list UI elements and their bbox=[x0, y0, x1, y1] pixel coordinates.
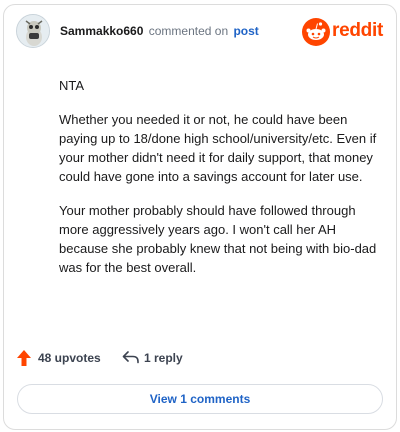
comment-header: Sammakko660 commented on post reddit bbox=[14, 14, 383, 50]
user-avatar[interactable] bbox=[16, 14, 50, 48]
reddit-brand: reddit bbox=[302, 18, 383, 46]
commented-on-text: commented on bbox=[148, 24, 229, 38]
upvote-arrow-icon[interactable] bbox=[16, 349, 32, 367]
username-link[interactable]: Sammakko660 bbox=[60, 24, 143, 38]
comment-paragraph: Your mother probably should have followe… bbox=[59, 203, 377, 275]
post-link[interactable]: post bbox=[233, 24, 258, 38]
comment-body: NTA Whether you needed it or not, he cou… bbox=[59, 76, 377, 292]
comment-paragraph: NTA bbox=[59, 78, 85, 93]
reply-arrow-icon[interactable] bbox=[122, 350, 140, 364]
view-comments-button[interactable]: View 1 comments bbox=[17, 384, 383, 414]
reddit-wordmark: reddit bbox=[332, 20, 383, 41]
comment-paragraph: Whether you needed it or not, he could h… bbox=[59, 112, 377, 184]
upvote-count: 48 upvotes bbox=[38, 351, 101, 365]
comment-meta: Sammakko660 commented on post bbox=[60, 23, 259, 39]
reddit-logo-icon bbox=[302, 18, 330, 46]
reply-button[interactable]: 1 reply bbox=[144, 351, 183, 365]
comment-actions: 48 upvotes 1 reply bbox=[16, 348, 376, 368]
